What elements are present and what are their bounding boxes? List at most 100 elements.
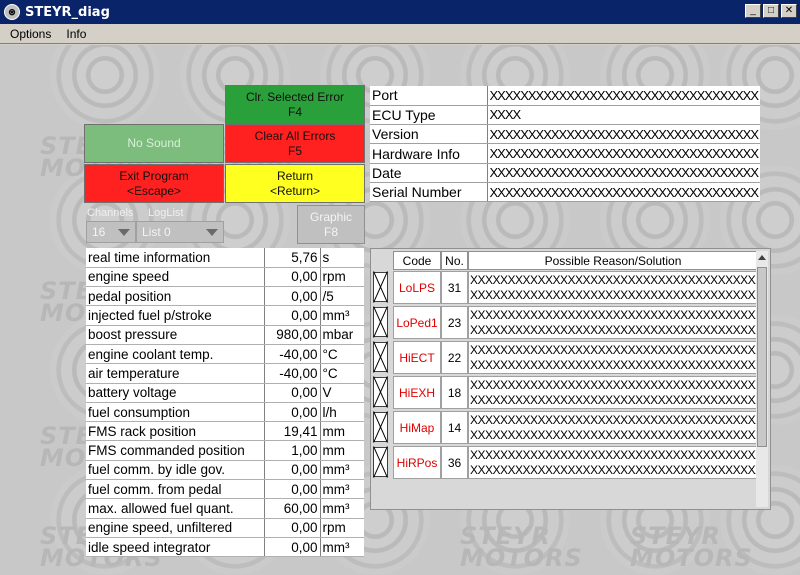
parameter-unit: mm³: [320, 305, 364, 326]
info-key: Version: [370, 124, 488, 145]
parameter-name: pedal position: [86, 286, 265, 307]
error-list-panel: Code No. Possible Reason/Solution LoLPS 3…: [370, 248, 771, 510]
error-row[interactable]: HiMap 14 XXXXXXXXXXXXXXXXXXXXXXXXXXXXXXXXX…: [393, 411, 758, 444]
info-row: Version XXXXXXXXXXXXXXXXXXXXXXXXXXXXXXXXX…: [370, 124, 760, 145]
error-row[interactable]: HiEXH 18 XXXXXXXXXXXXXXXXXXXXXXXXXXXXXXXXX…: [393, 376, 758, 409]
scroll-up-icon[interactable]: [756, 251, 768, 263]
channels-label: Channels: [87, 207, 134, 219]
error-reason-line: XXXXXXXXXXXXXXXXXXXXXXXXXXXXXXXXXXXXXXXX: [470, 378, 758, 392]
info-value: XXXXXXXXXXXXXXXXXXXXXXXXXXXXXXXXXXX: [487, 124, 760, 145]
error-row[interactable]: HiRPos 36 XXXXXXXXXXXXXXXXXXXXXXXXXXXXXXXX…: [393, 446, 758, 479]
info-row: Date XXXXXXXXXXXXXXXXXXXXXXXXXXXXXXXXXXX: [370, 163, 760, 183]
info-row: ECU Type XXXX: [370, 105, 760, 126]
window-title: STEYR_diag: [25, 4, 110, 20]
clear-selected-error-button[interactable]: Clr. Selected Error F4: [225, 85, 365, 124]
scroll-thumb[interactable]: [757, 267, 767, 447]
info-row: Port XXXXXXXXXXXXXXXXXXXXXXXXXXXXXXXXXXX: [370, 86, 760, 106]
error-reason-line: XXXXXXXXXXXXXXXXXXXXXXXXXXXXXXXXXXXXXXXX: [470, 448, 758, 462]
chevron-down-icon: [206, 229, 218, 236]
reason-column-header: Possible Reason/Solution: [468, 251, 758, 270]
minimize-button[interactable]: _: [745, 4, 761, 18]
return-button[interactable]: Return <Return>: [225, 164, 365, 203]
chevron-down-icon: [118, 229, 130, 236]
error-reason-line: XXXXXXXXXXXXXXXXXXXXXXXXXXXXXXXXXXXXXXXX: [470, 463, 758, 477]
error-reason-line: XXXXXXXXXXXXXXXXXXXXXXXXXXXXXXXXXXXXXXXX: [470, 413, 758, 427]
info-key: Date: [370, 163, 488, 183]
parameter-unit: mm³: [320, 537, 364, 558]
parameter-value: 60,00: [264, 498, 321, 519]
error-code: HiECT: [393, 341, 441, 374]
error-number: 14: [441, 411, 468, 444]
watermark-text: STEYR MOTORS: [460, 522, 583, 572]
live-value-row: FMS rack position 19,41 mm: [86, 421, 364, 442]
parameter-value: 0,00: [264, 460, 321, 481]
menu-info[interactable]: Info: [56, 27, 91, 41]
error-row[interactable]: HiECT 22 XXXXXXXXXXXXXXXXXXXXXXXXXXXXXXXXX…: [393, 341, 758, 374]
live-value-row: fuel comm. from pedal 0,00 mm³: [86, 479, 364, 500]
clear-all-errors-button[interactable]: Clear All Errors F5: [225, 124, 365, 163]
info-key: Serial Number: [370, 182, 488, 203]
error-reason-line: XXXXXXXXXXXXXXXXXXXXXXXXXXXXXXXXXXXXXXXX: [470, 358, 758, 372]
loglist-label: LogList: [148, 207, 184, 219]
no-column-header: No.: [441, 251, 468, 270]
watermark-emblem: [50, 45, 160, 130]
parameter-name: engine speed: [86, 267, 265, 288]
parameter-value: 0,00: [264, 537, 321, 558]
parameter-unit: rpm: [320, 267, 364, 288]
parameter-name: engine coolant temp.: [86, 344, 265, 365]
exit-program-button[interactable]: Exit Program <Escape>: [84, 164, 224, 203]
parameter-value: 0,00: [264, 286, 321, 307]
error-number: 18: [441, 376, 468, 409]
exit-program-label: Exit Program: [119, 168, 189, 183]
error-select-checkbox[interactable]: [373, 412, 388, 442]
parameter-name: fuel comm. from pedal: [86, 479, 265, 500]
error-row[interactable]: LoLPS 31 XXXXXXXXXXXXXXXXXXXXXXXXXXXXXXXXX…: [393, 271, 758, 304]
clear-selected-error-label: Clr. Selected Error: [245, 89, 345, 104]
parameter-name: boost pressure: [86, 325, 265, 345]
live-value-row: injected fuel p/stroke 0,00 mm³: [86, 305, 364, 326]
parameter-unit: mm: [320, 440, 364, 461]
live-value-row: real time information 5,76 s: [86, 248, 364, 268]
error-select-checkbox[interactable]: [373, 307, 388, 337]
channels-select[interactable]: 16: [86, 221, 136, 243]
live-value-row: boost pressure 980,00 mbar: [86, 325, 364, 345]
main-panel: STEYR MOTORSSTEYR MOTORSSTEYR MOTORSSTEY…: [0, 45, 800, 575]
error-select-checkbox[interactable]: [373, 377, 388, 407]
menu-options[interactable]: Options: [0, 27, 56, 41]
error-row[interactable]: LoPed1 23 XXXXXXXXXXXXXXXXXXXXXXXXXXXXXXXX…: [393, 306, 758, 339]
info-key: Port: [370, 86, 488, 106]
loglist-select[interactable]: List 0: [136, 221, 224, 243]
steyr-logo-icon[interactable]: ⊛: [4, 4, 20, 20]
title-bar[interactable]: ⊛ STEYR_diag _ □ ✕: [0, 0, 800, 24]
error-list-scrollbar[interactable]: [756, 251, 768, 507]
error-number: 31: [441, 271, 468, 304]
no-sound-button[interactable]: No Sound: [84, 124, 224, 163]
parameter-unit: mbar: [320, 325, 364, 345]
error-reason: XXXXXXXXXXXXXXXXXXXXXXXXXXXXXXXXXXXXXXXX…: [468, 411, 758, 444]
error-select-checkbox[interactable]: [373, 272, 388, 302]
live-values-table: real time information 5,76 s engine speed 0,…: [86, 248, 364, 558]
graphic-button[interactable]: Graphic F8: [297, 205, 365, 244]
error-reason: XXXXXXXXXXXXXXXXXXXXXXXXXXXXXXXXXXXXXXXX…: [468, 271, 758, 304]
parameter-name: idle speed integrator: [86, 537, 265, 558]
live-value-row: idle speed integrator 0,00 mm³: [86, 537, 364, 558]
parameter-name: FMS commanded position: [86, 440, 265, 461]
parameter-unit: °C: [320, 363, 364, 384]
close-button[interactable]: ✕: [781, 4, 797, 18]
parameter-unit: mm: [320, 421, 364, 442]
clear-selected-error-key: F4: [287, 104, 302, 119]
parameter-unit: rpm: [320, 518, 364, 538]
return-key: <Return>: [269, 183, 321, 198]
error-select-checkbox[interactable]: [373, 342, 388, 372]
parameter-name: fuel consumption: [86, 402, 265, 423]
error-reason-line: XXXXXXXXXXXXXXXXXXXXXXXXXXXXXXXXXXXXXXXX: [470, 323, 758, 337]
maximize-button[interactable]: □: [763, 4, 779, 18]
error-reason-line: XXXXXXXXXXXXXXXXXXXXXXXXXXXXXXXXXXXXXXXX: [470, 393, 758, 407]
parameter-name: battery voltage: [86, 383, 265, 403]
parameter-value: 0,00: [264, 305, 321, 326]
error-select-checkbox[interactable]: [373, 447, 388, 477]
clear-all-errors-label: Clear All Errors: [254, 128, 336, 143]
error-reason: XXXXXXXXXXXXXXXXXXXXXXXXXXXXXXXXXXXXXXXX…: [468, 446, 758, 479]
menu-bar: Options Info: [0, 24, 800, 44]
error-reason-line: XXXXXXXXXXXXXXXXXXXXXXXXXXXXXXXXXXXXXXXX: [470, 288, 758, 302]
